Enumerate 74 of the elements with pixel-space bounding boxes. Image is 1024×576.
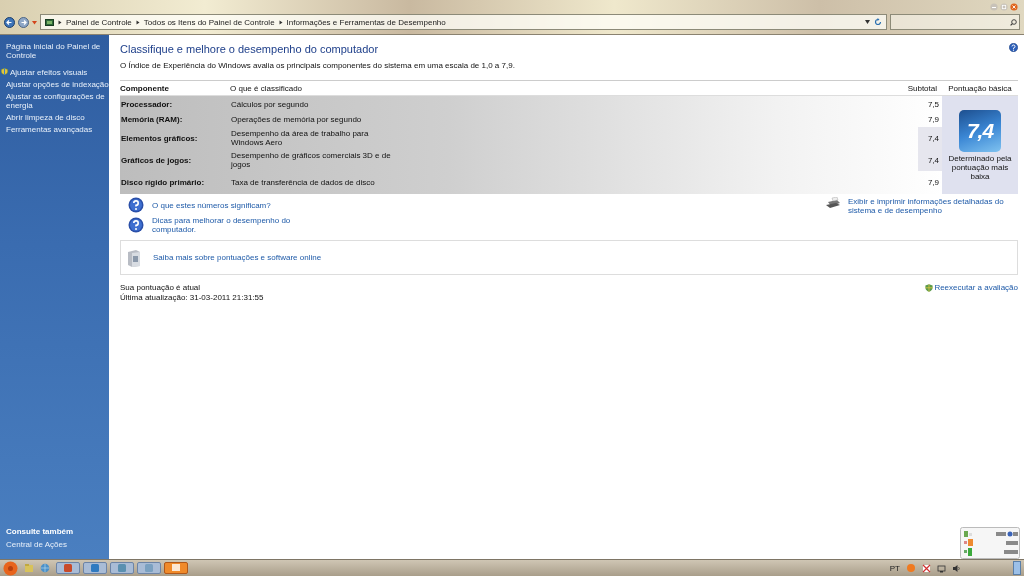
sidebar-link[interactable]: Ajustar efeitos visuais (10, 68, 88, 77)
globe-icon[interactable] (40, 563, 50, 573)
last-update-text: Última atualização: 31-03-2011 21:31:55 (120, 293, 264, 303)
column-header: Subtotal (907, 83, 937, 93)
volume-icon[interactable] (952, 563, 961, 573)
taskbar-document-icon[interactable] (137, 562, 161, 574)
network-icon[interactable] (937, 563, 946, 573)
rated-description: Desempenho de gráficos comerciais 3D e de jogos (231, 151, 391, 169)
column-header: Pontuação básica (948, 83, 1012, 93)
print-details-link[interactable]: Exibir e imprimir informações detalhadas do sistema e de desempenho (848, 197, 1018, 215)
rated-description: Operações de memória por segundo (231, 115, 363, 124)
sidebar-link[interactable]: Ajustar as configurações de energia (6, 92, 109, 110)
dropdown-caret-icon[interactable] (865, 20, 870, 24)
chevron-icon[interactable] (58, 19, 62, 25)
component-name: Gráficos de jogos: (121, 155, 192, 165)
rated-description: Cálculos por segundo (231, 100, 310, 109)
maximize-icon[interactable] (1000, 3, 1008, 11)
breadcrumb[interactable]: Todos os Itens do Painel de Controle (143, 17, 275, 27)
taskbar-active-window-icon[interactable] (164, 562, 188, 574)
subtotal-score: 7,9 (926, 114, 940, 126)
control-panel-icon (45, 18, 54, 26)
back-icon[interactable] (4, 16, 15, 28)
learn-more-link[interactable]: Saiba mais sobre pontuações e software online (153, 253, 343, 262)
refresh-icon[interactable] (874, 18, 882, 26)
help-link[interactable]: Dicas para melhorar o desempenho do computador. (152, 216, 312, 234)
see-also-heading: Consulte também (6, 527, 75, 536)
rerun-assessment-link[interactable]: Reexecutar a avaliação (934, 283, 1018, 293)
base-score-tile: 7,4 (959, 109, 1001, 152)
base-score-caption: Determinado pela pontuação mais baixa (947, 153, 1013, 181)
component-name: Elementos gráficos: (121, 133, 198, 143)
help-icon[interactable] (1009, 43, 1018, 52)
software-box-icon (125, 247, 143, 268)
breadcrumb[interactable]: Informações e Ferramentas de Desempenho (286, 17, 446, 27)
breadcrumb[interactable]: Painel de Controle (66, 17, 132, 27)
status-text: Sua pontuação é atual (120, 283, 202, 292)
help-link[interactable]: O que estes números significam? (152, 200, 312, 210)
page-title: Classifique e melhore o desempenho do computador (120, 43, 379, 55)
show-desktop-icon[interactable] (1013, 561, 1021, 575)
minimize-icon[interactable] (990, 3, 998, 11)
column-header: O que é classificado (230, 83, 303, 93)
sidebar-link[interactable]: Ajustar opções de indexação (6, 80, 109, 89)
taskbar-media-player-icon[interactable] (56, 562, 80, 574)
taskbar-window-icon[interactable] (110, 562, 134, 574)
component-name: Memória (RAM): (121, 115, 183, 124)
intro-text: O Índice de Experiência do Windows avalia os principais componentes do sistema em uma escala de 1,0 a 7,9. (120, 61, 516, 70)
help-icon (128, 197, 144, 213)
rated-description: Desempenho da área de trabalho para Windows Aero (231, 129, 370, 147)
column-header: Componente (120, 83, 169, 93)
subtotal-score: 7,4 (918, 149, 942, 171)
start-button-icon[interactable] (3, 560, 18, 576)
printer-icon (824, 197, 842, 209)
sidebar-link[interactable]: Ferramentas avançadas (6, 125, 93, 134)
forward-icon[interactable] (18, 16, 29, 28)
component-name: Disco rígido primário: (121, 177, 205, 187)
shield-icon (925, 284, 934, 292)
chevron-icon[interactable] (135, 19, 140, 25)
address-bar[interactable]: Painel de Controle Todos os Itens do Painel de Controle Informações e Ferramentas de Desempenho (40, 14, 887, 30)
search-field[interactable] (890, 14, 1020, 30)
sidebar-link[interactable]: Página Inicial do Painel de Controle (6, 42, 109, 60)
chevron-icon[interactable] (278, 19, 283, 25)
recent-pages-caret-icon[interactable] (32, 19, 37, 25)
rated-description: Taxa de transferência de dados de disco (231, 177, 376, 187)
subtotal-score: 7,9 (926, 176, 940, 189)
taskbar-browser-icon[interactable] (83, 562, 107, 574)
subtotal-score: 7,5 (926, 99, 940, 111)
subtotal-score: 7,4 (918, 127, 942, 149)
search-icon (1010, 18, 1017, 26)
help-icon (128, 217, 144, 233)
sidebar-link[interactable]: Central de Ações (6, 540, 67, 549)
sidebar-link[interactable]: Abrir limpeza de disco (6, 113, 85, 122)
language-indicator[interactable]: PT (889, 563, 900, 573)
shield-icon (1, 68, 8, 75)
close-icon[interactable] (1010, 3, 1018, 11)
component-name: Processador: (121, 100, 173, 109)
